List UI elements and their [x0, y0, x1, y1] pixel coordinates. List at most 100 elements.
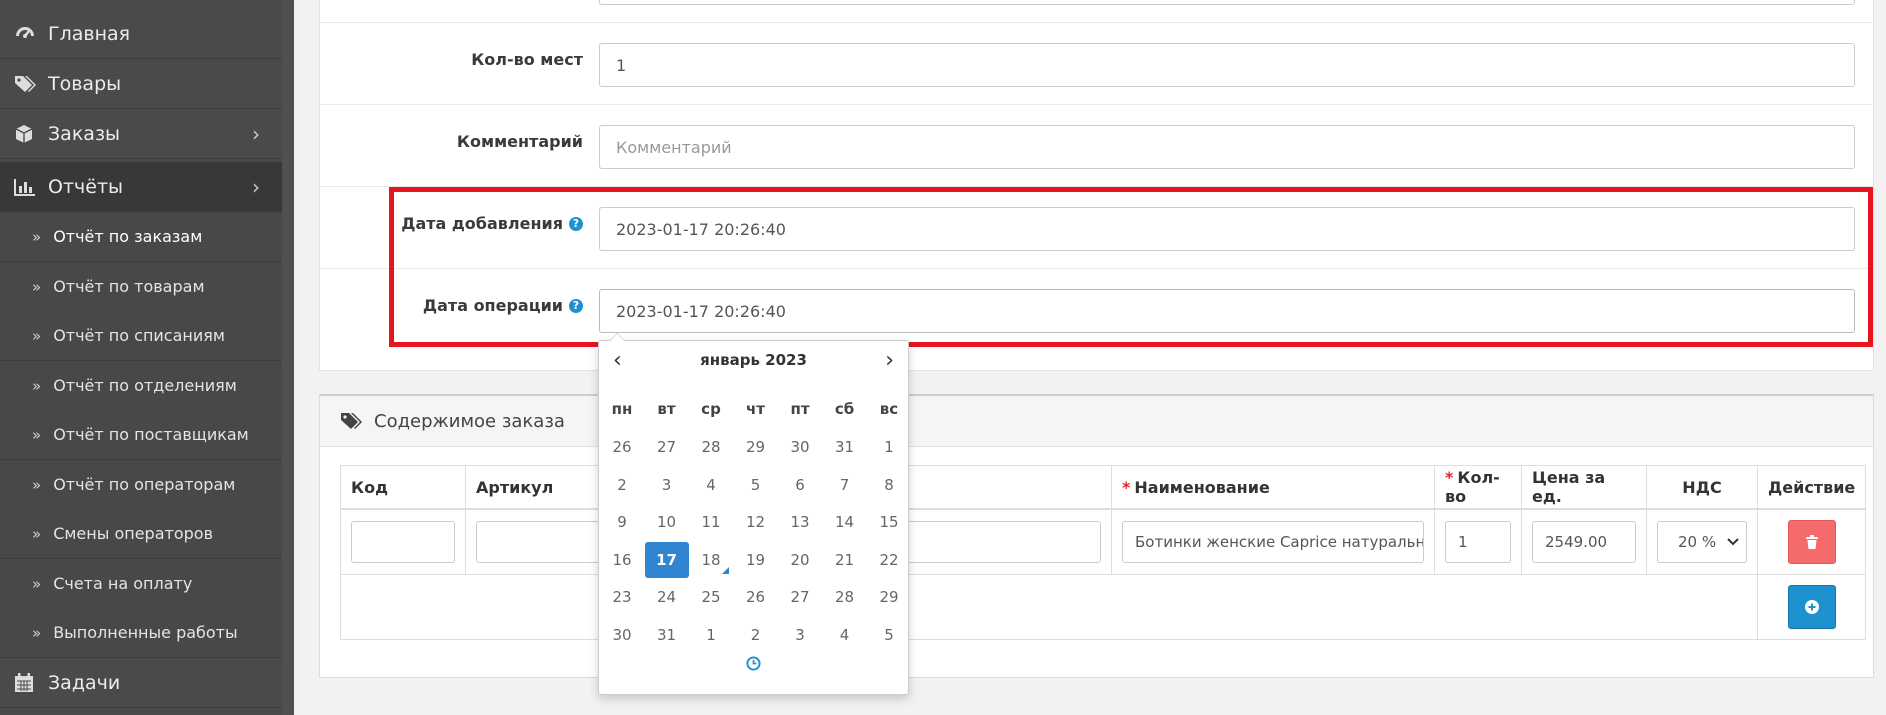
help-icon[interactable]: ?: [569, 298, 583, 313]
sidebar-subitem-label: Отчёт по поставщикам: [53, 425, 249, 444]
order-contents-title: Содержимое заказа: [374, 410, 565, 432]
calendar-day[interactable]: 1: [689, 617, 733, 653]
next-month-button[interactable]: ›: [885, 349, 894, 373]
calendar-day[interactable]: 28: [689, 429, 733, 465]
chevron-right-icon: ›: [252, 175, 260, 199]
column-header-vat: НДС: [1646, 465, 1758, 510]
sidebar-item-reports[interactable]: Отчёты ›: [0, 162, 282, 212]
calendar-day[interactable]: 23: [600, 579, 644, 615]
sidebar-item-home[interactable]: Главная: [0, 9, 282, 59]
calendar-day[interactable]: 12: [734, 504, 778, 540]
calendar-day[interactable]: 4: [689, 467, 733, 503]
calendar-day[interactable]: 6: [778, 467, 822, 503]
column-header-qty: * Кол-во: [1434, 465, 1522, 510]
sidebar-subitem-label: Выполненные работы: [53, 623, 238, 642]
calendar-day[interactable]: 8: [867, 467, 911, 503]
calendar-day[interactable]: 11: [689, 504, 733, 540]
column-header-name-text: Наименование: [1134, 477, 1270, 497]
calendar-day[interactable]: 15: [867, 504, 911, 540]
calendar-day[interactable]: 19: [734, 542, 778, 578]
calendar-day[interactable]: 9: [600, 504, 644, 540]
date-added-input[interactable]: 2023-01-17 20:26:40: [599, 207, 1855, 251]
vat-value: 20 %: [1678, 533, 1717, 551]
sidebar-subitem-invoices[interactable]: » Счета на оплату: [0, 559, 282, 609]
help-icon[interactable]: ?: [569, 216, 583, 231]
calendar-day[interactable]: 14: [823, 504, 867, 540]
sidebar-item-label: Товары: [48, 72, 122, 95]
calendar-day[interactable]: 16: [600, 542, 644, 578]
double-chevron-icon: »: [32, 574, 42, 593]
calendar-day[interactable]: 29: [867, 579, 911, 615]
calendar-day[interactable]: 7: [823, 467, 867, 503]
vat-select[interactable]: 20 %: [1657, 521, 1747, 563]
delete-row-button[interactable]: [1787, 520, 1836, 564]
sidebar-subitem-writeoffs-report[interactable]: » Отчёт по списаниям: [0, 311, 282, 361]
calendar-day[interactable]: 5: [734, 467, 778, 503]
calendar-day[interactable]: 18: [689, 542, 733, 578]
calendar-day[interactable]: 3: [645, 467, 689, 503]
calendar-day[interactable]: 22: [867, 542, 911, 578]
calendar-day[interactable]: 30: [778, 429, 822, 465]
date-added-value: 2023-01-17 20:26:40: [616, 219, 786, 239]
calendar-day[interactable]: 10: [645, 504, 689, 540]
weekday-label: сб: [834, 400, 855, 418]
calendar-day[interactable]: 27: [645, 429, 689, 465]
calendar-day[interactable]: 20: [778, 542, 822, 578]
calendar-day[interactable]: 31: [823, 429, 867, 465]
sidebar-subitem-suppliers-report[interactable]: » Отчёт по поставщикам: [0, 410, 282, 460]
calendar-day[interactable]: 27: [778, 579, 822, 615]
sidebar-subitem-label: Отчёт по списаниям: [53, 326, 225, 345]
date-operation-input[interactable]: 2023-01-17 20:26:40: [599, 289, 1855, 333]
code-input[interactable]: [351, 521, 455, 563]
calendar-day[interactable]: 24: [645, 579, 689, 615]
calendar-day[interactable]: 31: [645, 617, 689, 653]
calendar-day[interactable]: 28: [823, 579, 867, 615]
places-input[interactable]: 1: [599, 43, 1855, 87]
date-operation-label: Дата операции ?: [423, 296, 583, 315]
sidebar-subitem-branches-report[interactable]: » Отчёт по отделениям: [0, 361, 282, 411]
calendar-day[interactable]: 3: [778, 617, 822, 653]
calendar-day[interactable]: 25: [689, 579, 733, 615]
calendar-day[interactable]: 4: [823, 617, 867, 653]
price-input[interactable]: 2549.00: [1532, 521, 1636, 563]
required-mark: *: [1122, 477, 1131, 497]
sidebar-subitem-label: Смены операторов: [53, 524, 213, 543]
time-toggle[interactable]: [599, 656, 908, 671]
calendar-day[interactable]: 21: [823, 542, 867, 578]
table-footer-row: [340, 574, 1867, 640]
sidebar-subitem-operators-report[interactable]: » Отчёт по операторам: [0, 460, 282, 510]
calendar-day[interactable]: 5: [867, 617, 911, 653]
sidebar-item-label: Главная: [48, 22, 131, 45]
qty-input[interactable]: 1: [1445, 521, 1511, 563]
calendar-day[interactable]: 13: [778, 504, 822, 540]
sidebar-item-orders[interactable]: Заказы ›: [0, 109, 282, 159]
sidebar-subitem-products-report[interactable]: » Отчёт по товарам: [0, 262, 282, 312]
sidebar-subitem-orders-report[interactable]: » Отчёт по заказам: [0, 212, 282, 262]
calendar-day[interactable]: 26: [734, 579, 778, 615]
month-label[interactable]: январь 2023: [599, 351, 908, 375]
sidebar-subitem-label: Отчёт по товарам: [53, 277, 205, 296]
places-label: Кол-во мест: [471, 50, 583, 69]
comment-input[interactable]: Комментарий: [599, 125, 1855, 169]
sidebar-subitem-completed-works[interactable]: » Выполненные работы: [0, 608, 282, 658]
previous-field[interactable]: [599, 0, 1855, 5]
calendar-day[interactable]: 2: [734, 617, 778, 653]
sidebar-item-label: Задачи: [48, 671, 121, 694]
sidebar-item-label: Заказы: [48, 122, 121, 145]
name-input[interactable]: Ботинки женские Caprice натуральн: [1122, 521, 1424, 563]
weekday-label: ср: [701, 400, 721, 418]
calendar-day[interactable]: 30: [600, 617, 644, 653]
calendar-day[interactable]: 1: [867, 429, 911, 465]
calendar-day[interactable]: 2: [600, 467, 644, 503]
add-row-button[interactable]: [1787, 585, 1836, 629]
calendar-day[interactable]: 29: [734, 429, 778, 465]
column-header-action: Действие: [1756, 465, 1867, 510]
sidebar-item-products[interactable]: Товары: [0, 59, 282, 109]
order-contents-panel: Содержимое заказа Код Артикул * Наименова…: [319, 394, 1874, 678]
trash-icon: [1805, 535, 1818, 549]
sidebar-item-tasks[interactable]: Задачи: [0, 658, 282, 708]
double-chevron-icon: »: [32, 227, 42, 246]
calendar-day[interactable]: 26: [600, 429, 644, 465]
calendar-day-selected[interactable]: 17: [644, 541, 689, 578]
sidebar-subitem-operator-shifts[interactable]: » Смены операторов: [0, 509, 282, 559]
